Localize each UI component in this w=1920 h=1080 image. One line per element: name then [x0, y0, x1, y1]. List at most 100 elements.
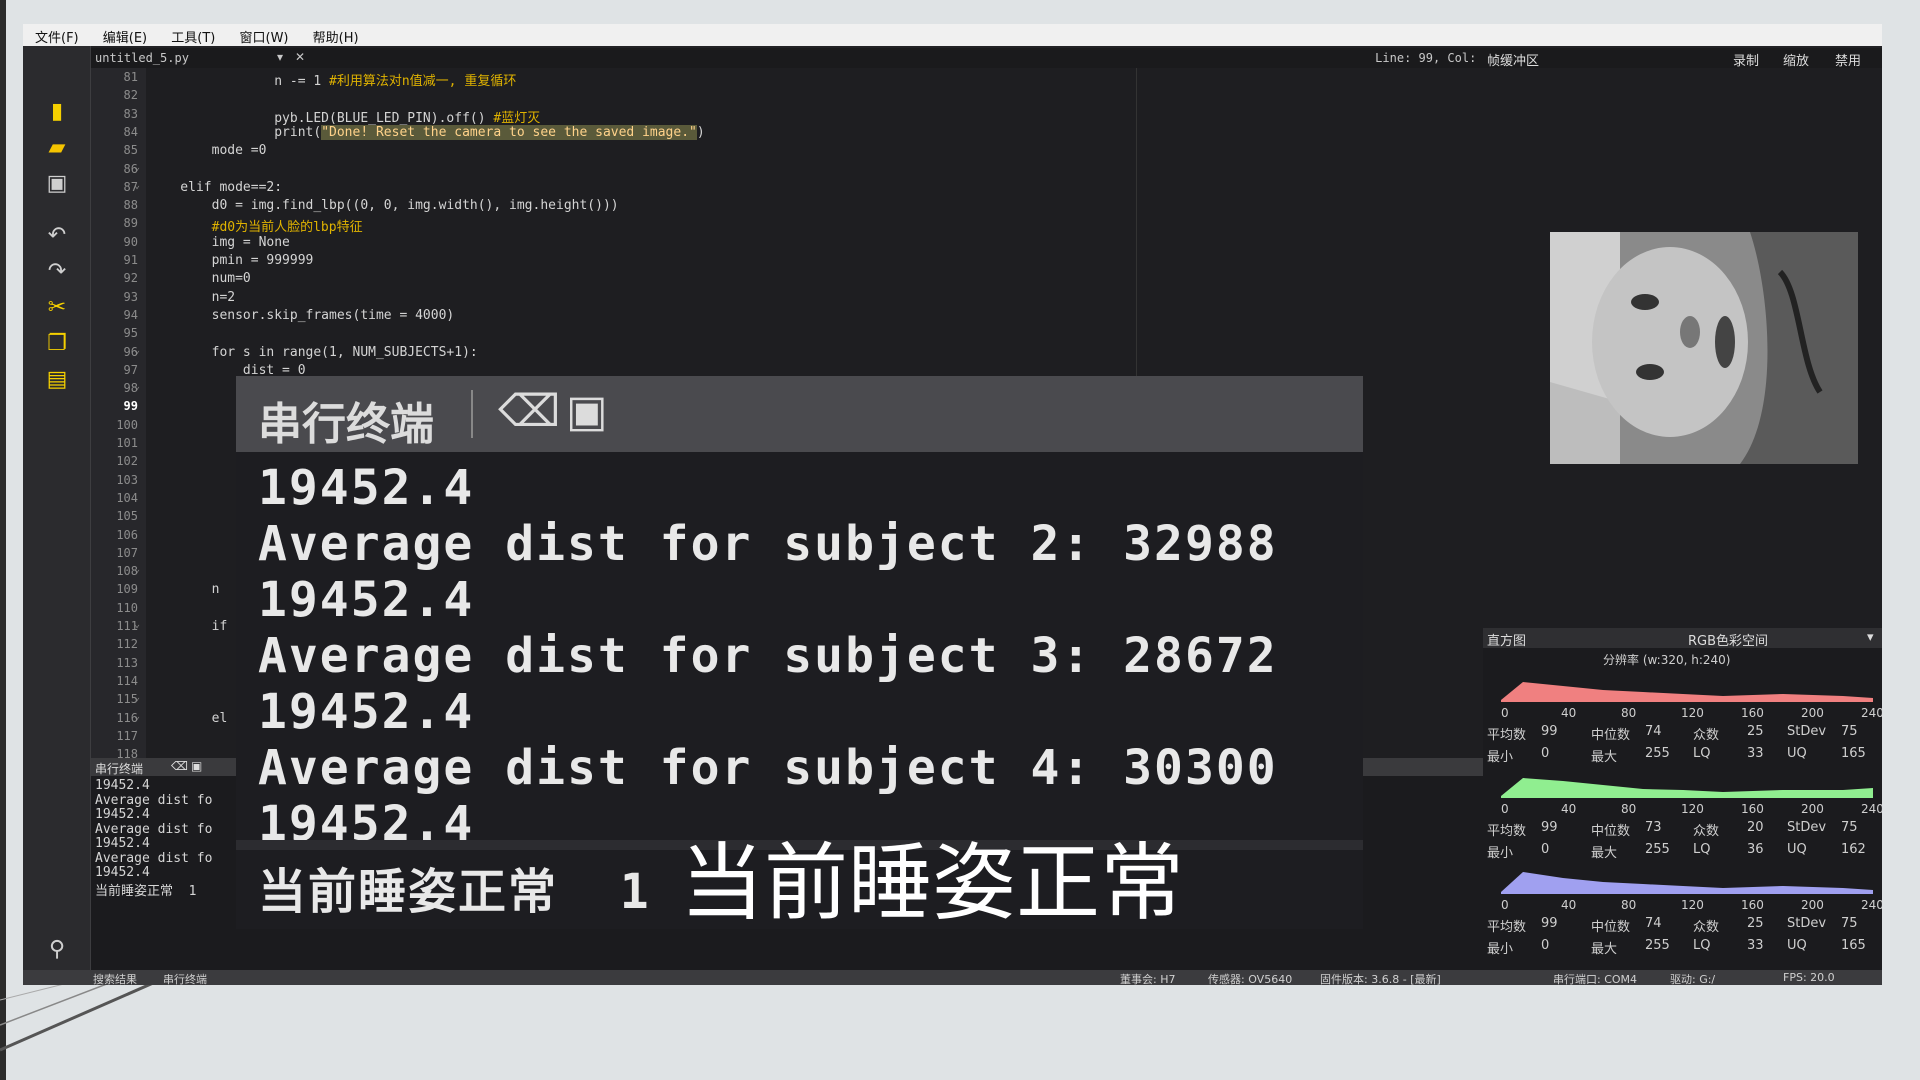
- code-text: pmin = 999999: [149, 253, 314, 268]
- histogram-fill: [1501, 872, 1873, 894]
- code-line[interactable]: pyb.LED(BLUE_LED_PIN).off() #蓝灯灭: [149, 107, 540, 126]
- code-line[interactable]: mode =0: [149, 143, 267, 159]
- stat-value-mode: 25: [1747, 916, 1764, 931]
- camera-frame-image: [1550, 232, 1858, 464]
- code-line[interactable]: n=2: [149, 290, 235, 305]
- stat-value-uq: 165: [1841, 746, 1866, 761]
- clear-icon[interactable]: ⌫: [171, 759, 188, 773]
- close-tab-icon[interactable]: ✕: [295, 50, 305, 64]
- fold-toggle-icon[interactable]: ⌄: [134, 180, 140, 191]
- line-number: 95: [123, 326, 138, 341]
- code-line[interactable]: #d0为当前人脸的lbp特征: [149, 216, 363, 235]
- zoom-button[interactable]: 缩放: [1783, 50, 1809, 69]
- copy-icon[interactable]: ❐: [43, 330, 71, 358]
- new-file-icon[interactable]: ▮: [43, 98, 71, 126]
- fold-toggle-icon[interactable]: ⌄: [134, 619, 140, 630]
- tab-dropdown-icon[interactable]: ▾: [277, 50, 283, 64]
- histogram-header: 直方图 RGB色彩空间 ▾: [1483, 628, 1882, 649]
- zoomed-terminal-line: Average dist for subject 3: 28672: [258, 628, 1278, 684]
- stat-label-stdev: StDev: [1787, 724, 1827, 739]
- line-number: 94: [123, 307, 138, 322]
- file-tab[interactable]: untitled_5.py: [95, 51, 189, 65]
- code-line[interactable]: num=0: [149, 271, 251, 286]
- fold-toggle-icon[interactable]: ⌄: [134, 692, 140, 703]
- histogram-tick: 200: [1801, 802, 1824, 816]
- code-line[interactable]: n -= 1 #利用算法对n值减一, 重复循环: [149, 70, 516, 89]
- code-line[interactable]: if: [149, 619, 228, 634]
- histogram-tick: 120: [1681, 898, 1704, 912]
- line-number: 82: [123, 88, 138, 103]
- stat-value-stdev: 75: [1841, 916, 1858, 931]
- clear-icon: ⌫: [498, 386, 561, 437]
- code-line[interactable]: pmin = 999999: [149, 253, 314, 268]
- terminal-tab[interactable]: 串行终端: [95, 760, 143, 777]
- histogram-tick: 0: [1501, 706, 1509, 720]
- connect-icon[interactable]: ⚲: [43, 936, 71, 964]
- menu-file[interactable]: 文件(F): [23, 24, 87, 46]
- paste-icon[interactable]: ▤: [43, 366, 71, 394]
- fold-toggle-icon[interactable]: ⌄: [134, 162, 140, 173]
- histogram-title: 直方图: [1487, 634, 1527, 649]
- stat-value-stdev: 75: [1841, 724, 1858, 739]
- editor-tab-bar: untitled_5.py ▾ ✕ Line: 99, Col: 63: [91, 48, 1504, 68]
- fold-toggle-icon[interactable]: ⌄: [134, 381, 140, 392]
- zoomed-terminal-line: Average dist for subject 4: 30300: [258, 740, 1278, 796]
- redo-icon[interactable]: ↷: [43, 258, 71, 286]
- open-folder-icon[interactable]: ▰: [43, 134, 71, 162]
- drive-info[interactable]: 驱动: G:/: [1670, 971, 1715, 985]
- menu-edit[interactable]: 编辑(E): [91, 24, 155, 46]
- histogram-tick: 200: [1801, 706, 1824, 720]
- stat-label-mode: 众数: [1693, 920, 1720, 935]
- undo-icon[interactable]: ↶: [43, 222, 71, 250]
- code-text: mode =0: [149, 143, 267, 159]
- terminal-line: 当前睡姿正常 1: [95, 883, 197, 899]
- stat-value-median: 74: [1645, 916, 1662, 931]
- histogram-channel: 0 40 80 120 160 200 240 平均数 99 中位数 74 众数 25 StDev 75 最小…: [1483, 672, 1882, 768]
- code-line[interactable]: n: [149, 582, 220, 597]
- code-line[interactable]: print("Done! Reset the camera to see the…: [149, 124, 705, 140]
- stat-value-stdev: 75: [1841, 820, 1858, 835]
- fold-toggle-icon[interactable]: ⌄: [134, 564, 140, 575]
- histogram-tick: 240: [1861, 706, 1882, 720]
- histogram-tick: 160: [1741, 802, 1764, 816]
- chevron-down-icon[interactable]: ▾: [1867, 630, 1874, 645]
- search-results-tab[interactable]: 搜索结果: [93, 971, 137, 985]
- code-line[interactable]: elif mode==2:: [149, 180, 282, 195]
- stat-label-median: 中位数: [1591, 824, 1631, 839]
- stat-label-lq: LQ: [1693, 746, 1711, 761]
- stat-label-mode: 众数: [1693, 728, 1720, 743]
- firmware-info[interactable]: 固件版本: 3.6.8 - [最新]: [1320, 971, 1441, 985]
- histogram-tick: 160: [1741, 898, 1764, 912]
- menu-tools[interactable]: 工具(T): [159, 24, 223, 46]
- menu-window[interactable]: 窗口(W): [228, 24, 297, 46]
- stat-label-max: 最大: [1591, 942, 1618, 957]
- code-line[interactable]: d0 = img.find_lbp((0, 0, img.width(), im…: [149, 198, 619, 213]
- code-line[interactable]: for s in range(1, NUM_SUBJECTS+1):: [149, 345, 478, 360]
- colorspace-select[interactable]: RGB色彩空间: [1688, 630, 1768, 649]
- code-text-end: ): [696, 124, 705, 140]
- stat-value-lq: 33: [1747, 746, 1764, 761]
- terminal-line: Average dist fo: [95, 821, 213, 837]
- fold-toggle-icon[interactable]: ⌄: [134, 711, 140, 722]
- code-line[interactable]: el: [149, 711, 228, 726]
- code-text: pyb.LED(BLUE_LED_PIN).off(): [149, 110, 494, 126]
- record-button[interactable]: 录制: [1733, 50, 1759, 69]
- save-icon[interactable]: ▣: [43, 170, 71, 198]
- line-number: 84: [123, 124, 138, 139]
- disable-button[interactable]: 禁用: [1835, 50, 1861, 69]
- stat-value-mode: 25: [1747, 724, 1764, 739]
- histogram-channel: 0 40 80 120 160 200 240 平均数 99 中位数 74 众数 25 StDev 75 最小…: [1483, 864, 1882, 960]
- line-number: 104: [116, 490, 138, 505]
- status-bar: 搜索结果 串行终端 董事会: H7 传感器: OV5640 固件版本: 3.6.…: [23, 970, 1882, 985]
- cut-icon[interactable]: ✂: [43, 294, 71, 322]
- fold-toggle-icon[interactable]: ⌄: [134, 345, 140, 356]
- stat-label-mode: 众数: [1693, 824, 1720, 839]
- serial-port-info[interactable]: 串行端口: COM4: [1553, 971, 1637, 985]
- serial-terminal-tab[interactable]: 串行终端: [163, 971, 207, 985]
- save-log-icon[interactable]: ▣: [191, 759, 202, 773]
- line-number: 83: [123, 106, 138, 121]
- code-line[interactable]: img = None: [149, 235, 290, 250]
- menu-help[interactable]: 帮助(H): [301, 24, 367, 46]
- code-line[interactable]: sensor.skip_frames(time = 4000): [149, 308, 455, 323]
